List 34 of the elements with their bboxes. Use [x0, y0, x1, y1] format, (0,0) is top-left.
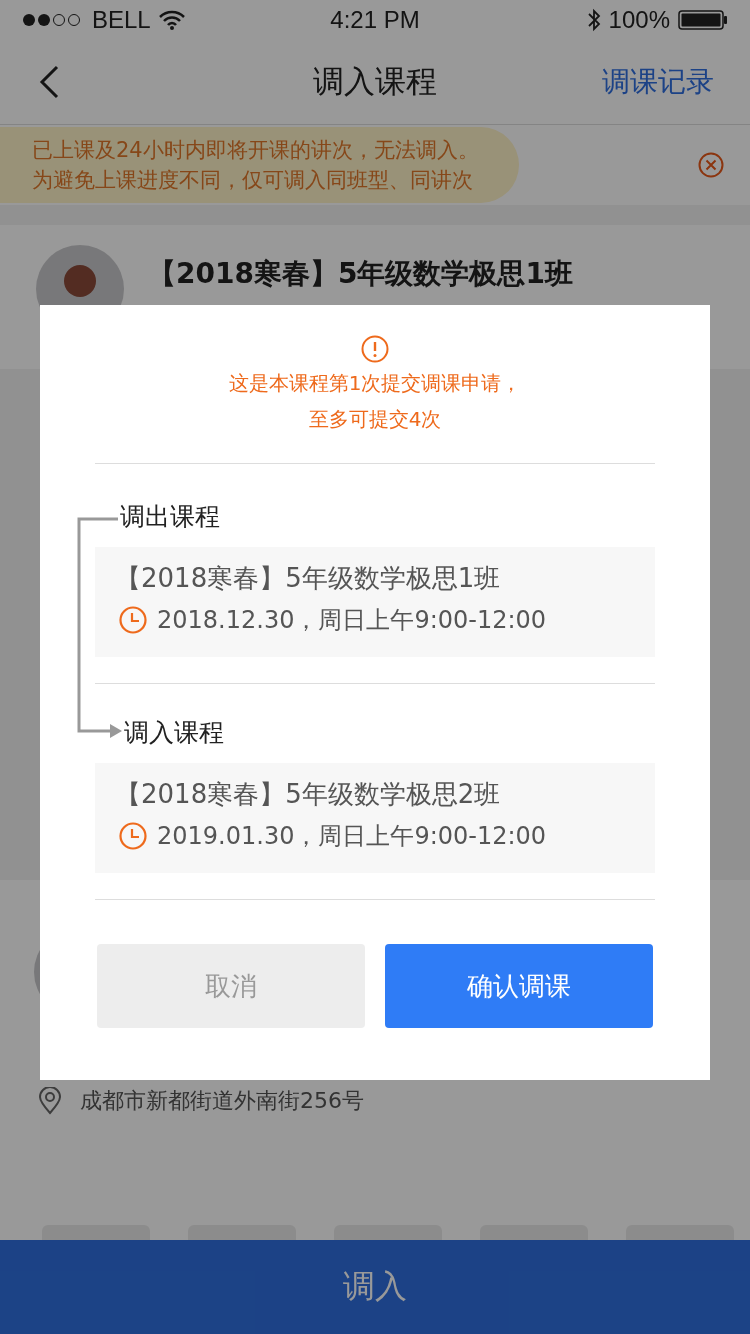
- carrier-name: BELL: [92, 6, 151, 34]
- section-label: 调入课程: [124, 717, 224, 749]
- course-time: 2018.12.30，周日上午9:00-12:00: [157, 605, 547, 636]
- warning-text: 这是本课程第1次提交调课申请，: [228, 370, 522, 397]
- confirm-button[interactable]: 确认调课: [385, 944, 653, 1028]
- wifi-icon: [158, 10, 185, 30]
- back-icon[interactable]: [38, 65, 60, 99]
- warning-icon: [361, 335, 389, 363]
- cancel-button[interactable]: 取消: [97, 944, 365, 1028]
- close-icon[interactable]: [698, 152, 724, 178]
- warning-text: 至多可提交4次: [308, 406, 442, 433]
- tag-chip[interactable]: [188, 1225, 296, 1240]
- notice-text: 已上课及24小时内即将开课的讲次，无法调入。: [32, 137, 479, 164]
- tag-chip[interactable]: [626, 1225, 734, 1240]
- page-title: 调入课程: [313, 62, 437, 101]
- location-pin-icon: [38, 1087, 62, 1115]
- tag-chip[interactable]: [42, 1225, 150, 1240]
- clock-icon: [119, 606, 147, 634]
- battery-icon: [678, 10, 728, 30]
- notice-text: 为避免上课进度不同，仅可调入同班型、同讲次: [32, 167, 474, 194]
- records-link[interactable]: 调课记录: [602, 63, 714, 101]
- course-title: 【2018寒春】5年级数学极思1班: [148, 256, 573, 292]
- status-time: 4:21 PM: [330, 6, 420, 34]
- course-name: 【2018寒春】5年级数学极思2班: [115, 778, 502, 811]
- tag-chip[interactable]: [480, 1225, 588, 1240]
- bluetooth-icon: [586, 8, 601, 32]
- clock-icon: [119, 822, 147, 850]
- course-name: 【2018寒春】5年级数学极思1班: [115, 562, 502, 595]
- address-text: 成都市新都街道外南街256号: [80, 1087, 364, 1115]
- course-time: 2019.01.30，周日上午9:00-12:00: [157, 821, 547, 852]
- transfer-in-button[interactable]: 调入: [0, 1240, 750, 1334]
- section-label: 调出课程: [120, 501, 220, 533]
- tag-chip[interactable]: [334, 1225, 442, 1240]
- battery-percent: 100%: [608, 6, 670, 34]
